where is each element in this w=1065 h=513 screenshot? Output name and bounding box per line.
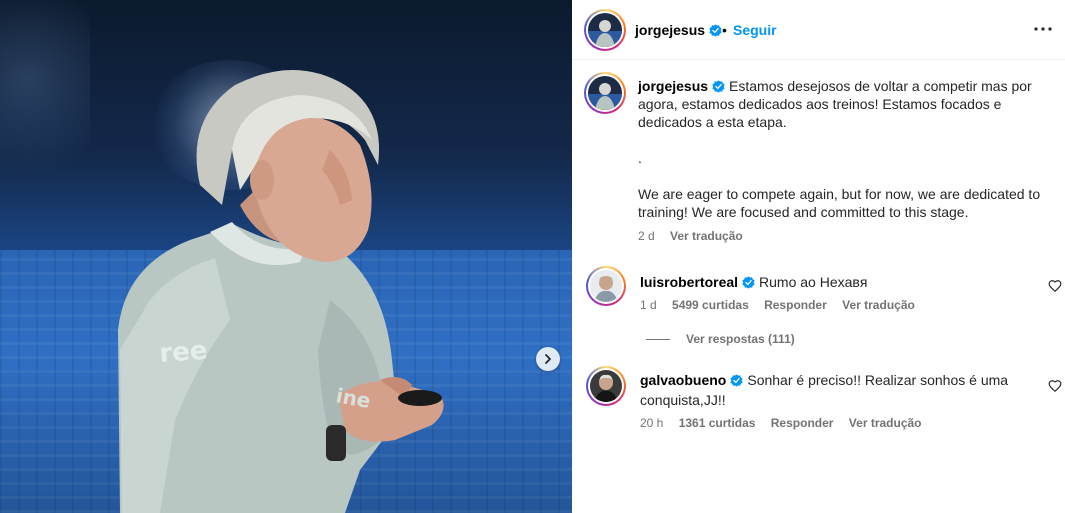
comment-username[interactable]: galvaobueno: [640, 372, 726, 388]
caption-author-avatar[interactable]: [584, 72, 626, 114]
comment-avatar[interactable]: [586, 366, 626, 406]
comment-text: Rumo ao Hexaвᴙ: [759, 274, 868, 290]
chevron-right-icon: [545, 354, 551, 364]
post-media[interactable]: ree ine: [0, 0, 572, 513]
comment-likes[interactable]: 1361 curtidas: [679, 416, 756, 430]
avatar-image: [590, 370, 622, 402]
replies-divider-line: [646, 338, 670, 340]
comment-meta: 20 h 1361 curtidas Responder Ver traduçã…: [640, 416, 934, 430]
caption-meta: 2 d Ver tradução: [638, 229, 755, 243]
follow-button[interactable]: Seguir: [733, 22, 777, 38]
author-avatar[interactable]: [584, 9, 626, 51]
avatar-image: [588, 13, 622, 47]
comment-reply-button[interactable]: Responder: [771, 416, 834, 430]
avatar-image: [590, 270, 622, 302]
comment-translate-link[interactable]: Ver tradução: [849, 416, 922, 430]
separator-dot: •: [722, 22, 727, 38]
verified-badge-icon: [730, 374, 744, 387]
comment-likes[interactable]: 5499 curtidas: [672, 298, 749, 312]
caption-dot: .: [638, 150, 642, 166]
comment-avatar[interactable]: [586, 266, 626, 306]
author-username[interactable]: jorgejesus: [635, 22, 722, 38]
verified-badge-icon: [712, 80, 725, 93]
author-username-text[interactable]: jorgejesus: [635, 22, 705, 38]
post-photo-person: ree ine: [118, 70, 444, 513]
comment-translate-link[interactable]: Ver tradução: [842, 298, 915, 312]
comment-reply-button[interactable]: Responder: [764, 298, 827, 312]
comment-meta: 1 d 5499 curtidas Responder Ver tradução: [640, 298, 927, 312]
more-horizontal-icon: [1034, 27, 1052, 31]
carousel-next-button[interactable]: [536, 347, 560, 371]
view-replies-button[interactable]: Ver respostas (111): [646, 332, 795, 346]
avatar-image: [588, 76, 622, 110]
caption-username[interactable]: jorgejesus: [638, 78, 708, 94]
verified-badge-icon: [742, 276, 755, 289]
comment-body: galvaobueno Sonhar é preciso!! Realizar s…: [640, 370, 1020, 410]
verified-badge-icon: [709, 24, 722, 37]
comment-timestamp[interactable]: 1 d: [640, 298, 657, 312]
comment-timestamp[interactable]: 20 h: [640, 416, 663, 430]
post-details-pane: jorgejesus • Seguir jorgejesus Estamos de…: [572, 0, 1065, 513]
post-caption: jorgejesus Estamos desejosos de voltar a …: [638, 77, 1048, 221]
like-heart-icon[interactable]: [1048, 379, 1062, 393]
like-heart-icon[interactable]: [1048, 279, 1062, 293]
svg-text:ree: ree: [158, 336, 208, 369]
comment-body: luisrobertoreal Rumo ao Hexaвᴙ: [640, 272, 1020, 292]
comment-username[interactable]: luisrobertoreal: [640, 274, 738, 290]
post-header: jorgejesus • Seguir: [572, 0, 1065, 60]
more-options-button[interactable]: [1032, 18, 1054, 40]
caption-text-en: We are eager to compete again, but for n…: [638, 186, 1041, 220]
caption-translate-link[interactable]: Ver tradução: [670, 229, 743, 243]
view-replies-label[interactable]: Ver respostas (111): [686, 332, 795, 346]
caption-timestamp[interactable]: 2 d: [638, 229, 655, 243]
